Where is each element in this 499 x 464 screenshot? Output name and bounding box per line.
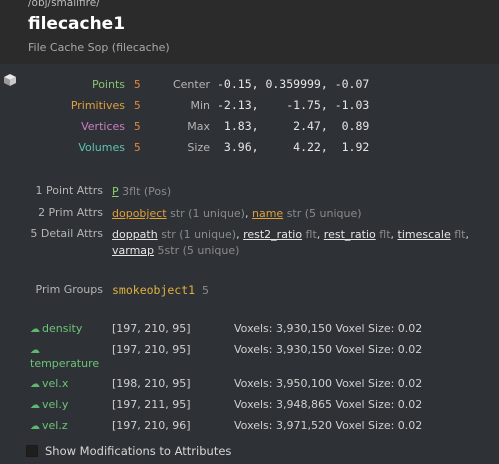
point-attrs-label: 1 Point Attrs — [35, 184, 103, 197]
attr-type: 5str — [157, 244, 180, 257]
bbox-label-max: Max — [187, 120, 210, 133]
volume-row: ☁ vel.y [197, 211, 95] Voxels: 3,948,865… — [30, 398, 499, 416]
bbox-value-center: -0.15, 0.359999, -0.07 — [217, 77, 370, 91]
cloud-icon: ☁ — [30, 324, 40, 335]
group-name: smokeobject1 5 — [112, 283, 209, 297]
prim-attrs-list: dopobject str (1 unique), name str (5 un… — [112, 207, 362, 220]
attr-note: (1 unique) — [179, 228, 237, 241]
cloud-icon: ☁ — [30, 400, 40, 411]
volume-row: ☁ vel.x [198, 210, 95] Voxels: 3,950,100… — [30, 377, 499, 395]
volume-resolution: [197, 211, 95] — [112, 398, 191, 411]
bbox-value-min: -2.13, -1.75, -1.03 — [217, 98, 370, 112]
cloud-icon: ☁ — [30, 379, 40, 390]
stat-value-volumes: 5 — [134, 141, 141, 154]
show-modifications-label[interactable]: Show Modifications to Attributes — [45, 444, 231, 458]
volume-row: ☁ temperature [197, 210, 95] Voxels: 3,9… — [30, 343, 499, 373]
stat-label-vertices: Vertices — [81, 120, 125, 133]
detail-attrs-label: 5 Detail Attrs — [30, 227, 103, 240]
volume-voxels: Voxels: 3,930,150 Voxel Size: 0.02 — [234, 343, 423, 356]
attr-note: (1 unique) — [188, 207, 245, 220]
header: /obj/smallfire/ filecache1 File Cache So… — [0, 0, 499, 64]
attr-name[interactable]: doppath — [112, 228, 158, 241]
attr-name[interactable]: varmap — [112, 244, 154, 257]
attr-name[interactable]: rest_ratio — [324, 228, 376, 241]
prim-attrs-label: 2 Prim Attrs — [38, 206, 103, 219]
attr-note: (Pos) — [143, 185, 172, 198]
attr-name[interactable]: dopobject — [112, 207, 167, 220]
attr-type: flt — [305, 228, 317, 241]
bbox-value-max: 1.83, 2.47, 0.89 — [217, 119, 370, 133]
attr-type: str — [286, 207, 302, 220]
node-title: filecache1 — [28, 14, 126, 34]
attr-note: (5 unique) — [304, 207, 362, 220]
point-attrs-list: P 3flt (Pos) — [112, 184, 492, 200]
show-modifications-checkbox[interactable] — [26, 445, 38, 457]
stat-value-points: 5 — [134, 78, 141, 91]
attr-note: (5 unique) — [182, 244, 240, 257]
bbox-label-center: Center — [172, 78, 210, 91]
volume-resolution: [197, 210, 96] — [112, 419, 191, 432]
volume-voxels: Voxels: 3,971,520 Voxel Size: 0.02 — [234, 419, 423, 432]
volume-name: vel.y — [42, 398, 69, 411]
detail-attrs-list: doppath str (1 unique), rest2_ratio flt,… — [112, 228, 469, 257]
volume-name: density — [42, 322, 83, 335]
stat-value-vertices: 5 — [134, 120, 141, 133]
bbox-label-size: Size — [187, 141, 210, 154]
volume-voxels: Voxels: 3,930,150 Voxel Size: 0.02 — [234, 322, 423, 335]
attr-type: str — [170, 207, 185, 220]
volume-row: ☁ density [197, 210, 95] Voxels: 3,930,1… — [30, 322, 499, 340]
node-path: /obj/smallfire/ — [28, 0, 100, 9]
volume-voxels: Voxels: 3,948,865 Voxel Size: 0.02 — [234, 398, 423, 411]
bbox-value-size: 3.96, 4.22, 1.92 — [217, 140, 370, 154]
node-subtitle: File Cache Sop (filecache) — [28, 41, 170, 54]
cloud-icon: ☁ — [30, 345, 40, 356]
volume-resolution: [198, 210, 95] — [112, 377, 191, 390]
attr-name[interactable]: P — [112, 185, 119, 198]
stat-label-volumes: Volumes — [78, 141, 125, 154]
group-name-text: smokeobject1 — [112, 283, 196, 297]
stat-label-primitives: Primitives — [70, 99, 125, 112]
volume-voxels: Voxels: 3,950,100 Voxel Size: 0.02 — [234, 377, 423, 390]
volume-name: temperature — [30, 357, 100, 370]
stat-value-primitives: 5 — [134, 99, 141, 112]
attr-name[interactable]: rest2_ratio — [243, 228, 302, 241]
bbox-label-min: Min — [190, 99, 210, 112]
stat-label-points: Points — [91, 78, 125, 91]
attr-name[interactable]: timescale — [398, 228, 451, 241]
cube-icon — [4, 74, 16, 86]
cloud-icon: ☁ — [30, 421, 40, 432]
group-count: 5 — [202, 284, 210, 297]
volume-resolution: [197, 210, 95] — [112, 322, 191, 335]
volume-resolution: [197, 210, 95] — [112, 343, 191, 356]
volume-name: vel.x — [42, 377, 69, 390]
volume-row: ☁ vel.z [197, 210, 96] Voxels: 3,971,520… — [30, 419, 499, 437]
prim-groups-label: Prim Groups — [35, 283, 103, 296]
attr-type: flt — [454, 228, 466, 241]
attr-type: flt — [379, 228, 391, 241]
volume-name: vel.z — [42, 419, 68, 432]
info-panel: Points 5 Primitives 5 Vertices 5 Volumes… — [0, 64, 499, 464]
attr-name[interactable]: name — [252, 207, 283, 220]
attr-type: 3flt — [122, 185, 141, 198]
attr-type: str — [161, 228, 176, 241]
